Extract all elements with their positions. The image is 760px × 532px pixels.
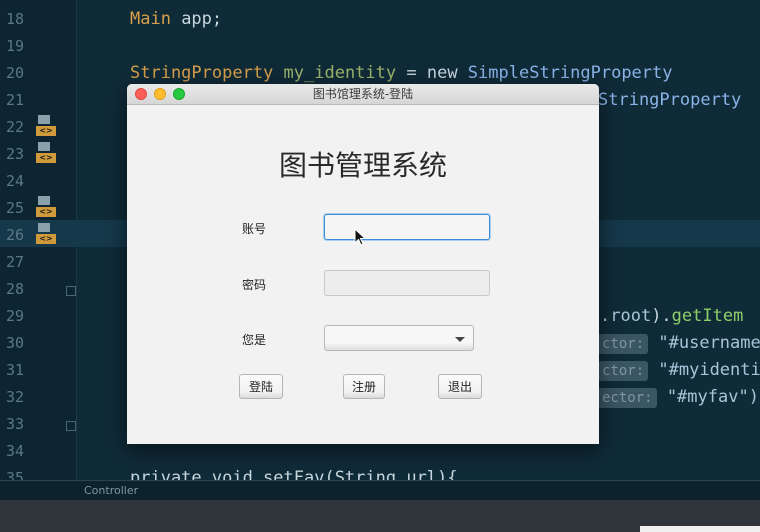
code-line: Main app; [130, 9, 223, 29]
panel-edge [640, 526, 760, 532]
password-input[interactable] [324, 270, 490, 296]
login-window: 图书馆理系统-登陆 图书管理系统 账号 密码 您是 登陆 注册 退出 [127, 84, 599, 444]
password-label: 密码 [242, 278, 267, 292]
line-number: 20 [6, 64, 25, 82]
line-number: 31 [6, 361, 25, 379]
breadcrumb-item[interactable]: Controller [84, 484, 138, 497]
line-number: 33 [6, 415, 25, 433]
mouse-cursor-icon [354, 228, 366, 246]
line-number: 34 [6, 442, 25, 460]
username-label: 账号 [242, 222, 267, 236]
implementation-gutter-icon[interactable]: <> [36, 114, 58, 138]
parameter-hint: ector: [598, 388, 657, 408]
code-line: ctor: "#myidenti [598, 357, 760, 384]
implementation-gutter-icon[interactable]: <> [36, 222, 58, 246]
exit-button[interactable]: 退出 [438, 374, 482, 399]
username-input[interactable] [324, 214, 490, 240]
implementation-gutter-icon[interactable]: <> [36, 141, 58, 165]
code-line: ector: "#myfav") [598, 384, 759, 411]
line-number: 26 [6, 226, 25, 244]
code-line: .root).getItem [600, 306, 744, 326]
line-number: 18 [6, 10, 25, 28]
line-number: 27 [6, 253, 25, 271]
line-number: 21 [6, 91, 25, 109]
line-number: 25 [6, 199, 25, 217]
parameter-hint: ctor: [598, 334, 649, 354]
chevron-down-icon [455, 337, 465, 342]
register-button[interactable]: 注册 [343, 374, 385, 399]
implementation-gutter-icon[interactable]: <> [36, 195, 58, 219]
line-number: 30 [6, 334, 25, 352]
line-number: 24 [6, 172, 25, 190]
code-line: StringProperty [598, 90, 742, 110]
code-line: private void setFav(String url){ [130, 468, 458, 480]
window-titlebar[interactable]: 图书馆理系统-登陆 [127, 84, 599, 105]
identity-label: 您是 [242, 333, 267, 347]
line-number: 23 [6, 145, 25, 163]
line-number: 35 [6, 469, 25, 480]
code-line: ctor: "#username [598, 330, 760, 357]
login-button[interactable]: 登陆 [239, 374, 283, 399]
line-number: 28 [6, 280, 25, 298]
window-title: 图书馆理系统-登陆 [312, 87, 414, 101]
code-line: StringProperty my_identity = new SimpleS… [130, 63, 673, 83]
identity-dropdown[interactable] [324, 325, 474, 351]
app-title: 图书管理系统 [278, 149, 447, 182]
line-number: 22 [6, 118, 25, 136]
line-number: 32 [6, 388, 25, 406]
parameter-hint: ctor: [598, 361, 649, 381]
line-number: 29 [6, 307, 25, 325]
line-number: 19 [6, 37, 25, 55]
fold-marker-icon[interactable] [66, 286, 76, 296]
fold-marker-icon[interactable] [66, 421, 76, 431]
